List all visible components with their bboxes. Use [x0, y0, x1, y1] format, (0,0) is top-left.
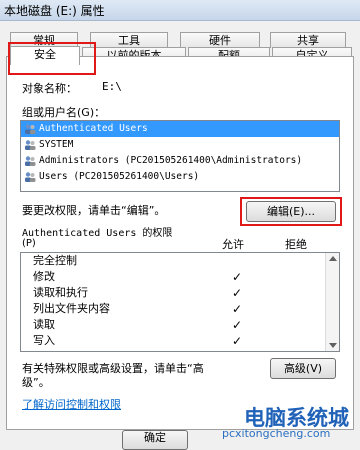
object-name-value: E:\ [102, 80, 122, 93]
title-bar[interactable]: 本地磁盘 (E:) 属性 [0, 0, 360, 21]
allow-check-icon: ✓ [231, 270, 243, 284]
permission-name: 列出文件夹内容 [33, 302, 110, 315]
permission-name: 读取和执行 [33, 286, 88, 299]
group-user-list[interactable]: Authenticated Users SYSTEM Administrator… [20, 120, 340, 192]
permission-name: 写入 [33, 334, 55, 347]
permissions-title-key: (P) [22, 238, 36, 249]
list-item-label: Users (PC201505261400\Users) [39, 171, 200, 182]
deny-header: 拒绝 [285, 238, 307, 251]
list-item-label: Administrators (PC201505261400\Administr… [39, 155, 303, 166]
allow-header: 允许 [222, 238, 244, 251]
list-item[interactable]: Authenticated Users [21, 121, 339, 137]
window-title: 本地磁盘 (E:) 属性 [4, 4, 105, 18]
allow-check-icon: ✓ [231, 286, 243, 300]
user-group-icon [25, 124, 36, 134]
permission-name: 完全控制 [33, 254, 77, 267]
list-item-label: Authenticated Users [39, 123, 148, 134]
table-row: 完全控制 [21, 253, 339, 269]
scroll-up-icon[interactable] [329, 256, 337, 261]
list-item-label: SYSTEM [39, 139, 74, 150]
edit-prompt: 要更改权限，请单击“编辑”。 [22, 204, 166, 217]
user-group-icon [25, 156, 36, 166]
table-row: 读取 ✓ [21, 317, 339, 333]
learn-access-control-link[interactable]: 了解访问控制和权限 [22, 396, 121, 412]
table-row: 写入 ✓ [21, 333, 339, 349]
watermark-url: pcxitongcheng.com [222, 427, 331, 440]
table-row: 修改 ✓ [21, 269, 339, 285]
list-item[interactable]: Users (PC201505261400\Users) [21, 169, 339, 185]
allow-check-icon: ✓ [231, 302, 243, 316]
ok-button[interactable]: 确定 [122, 430, 188, 450]
advanced-prompt-line2: 级”。 [22, 376, 50, 389]
allow-check-icon: ✓ [231, 334, 243, 348]
list-item[interactable]: SYSTEM [21, 137, 339, 153]
user-group-icon [25, 140, 36, 150]
allow-check-icon: ✓ [231, 318, 243, 332]
edit-button[interactable]: 编辑(E)... [246, 201, 336, 222]
table-row: 列出文件夹内容 ✓ [21, 301, 339, 317]
advanced-button[interactable]: 高级(V) [270, 358, 336, 379]
user-group-icon [25, 172, 36, 182]
list-item[interactable]: Administrators (PC201505261400\Administr… [21, 153, 339, 169]
permissions-title: Authenticated Users 的权限 [22, 228, 173, 239]
permissions-scrollbar[interactable] [325, 253, 339, 351]
permission-name: 读取 [33, 318, 55, 331]
scroll-down-icon[interactable] [329, 343, 337, 348]
permission-name: 修改 [33, 270, 55, 283]
group-list-label: 组或用户名(G)： [22, 106, 106, 119]
permissions-list[interactable]: 完全控制 修改 ✓ 读取和执行 ✓ 列出文件夹内容 ✓ 读取 ✓ 写入 ✓ [20, 252, 340, 352]
tab-security[interactable]: 安全 [10, 46, 80, 65]
table-row: 读取和执行 ✓ [21, 285, 339, 301]
object-name-label: 对象名称： [22, 82, 77, 95]
